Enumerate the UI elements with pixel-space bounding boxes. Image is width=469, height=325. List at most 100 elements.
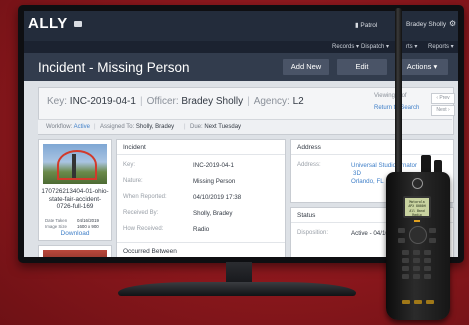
radio-key	[402, 266, 409, 271]
radio-clip	[414, 300, 422, 304]
disposition-label: Disposition:	[297, 230, 329, 236]
image-size-value: 1600 x 900	[77, 224, 99, 229]
attachment-thumbnail-2[interactable]	[43, 250, 107, 257]
radio-key	[413, 258, 420, 263]
next-label: Next	[436, 107, 447, 113]
radio-key	[413, 250, 420, 255]
radio-key	[402, 274, 409, 279]
occurred-between-heading: Occurred Between	[123, 248, 177, 255]
nav-reports[interactable]: Reports ▾	[428, 43, 454, 50]
title-bar: Incident - Missing Person Add New Edit A…	[24, 53, 458, 81]
next-button[interactable]: Next ›	[431, 105, 455, 116]
workflow-value[interactable]: Active	[74, 124, 90, 130]
mail-icon[interactable]	[74, 21, 82, 27]
radio-key	[398, 228, 405, 233]
summary-line: Key: INC-2019-04-1 | Officer: Bradey Sholl…	[47, 96, 304, 107]
agency-label: Agency:	[253, 96, 290, 107]
radio-dpad	[409, 226, 427, 244]
radio-clip	[402, 300, 410, 304]
received-by-label: Received By:	[123, 210, 159, 216]
received-by-value: Sholly, Bradey	[193, 210, 233, 217]
user-menu[interactable]: Bradey Sholly	[406, 21, 446, 28]
workflow-label: Workflow:	[46, 124, 73, 130]
mode-patrol[interactable]: ▮ Patrol	[355, 21, 377, 29]
radio-display-line-2: APX 8000H	[408, 204, 426, 209]
two-way-radio: Motorola APX 8000H All Band Radio	[386, 172, 450, 320]
key-label: Key:	[47, 96, 68, 107]
address-line-3[interactable]: Orlando, FL	[351, 178, 384, 185]
ride-pole	[72, 154, 76, 178]
date-taken-label: Date Taken	[45, 218, 68, 223]
agency-value: L2	[292, 96, 304, 107]
date-taken-row: Date Taken 04/16/2019	[45, 218, 99, 223]
download-link[interactable]: Download	[39, 230, 111, 237]
divider	[117, 154, 285, 155]
radio-key	[424, 258, 431, 263]
address-heading: Address	[297, 144, 321, 151]
nav-records-label: Records	[332, 44, 355, 50]
incident-nature-value: Missing Person	[193, 178, 236, 185]
how-received-label: How Received:	[123, 226, 164, 232]
radio-antenna	[395, 8, 402, 176]
attachment-card-2	[38, 245, 112, 257]
nav-alerts-label: rts	[406, 44, 413, 50]
radio-key	[398, 238, 405, 243]
assigned-item: Assigned To: Sholly, Bradey	[100, 120, 174, 134]
gear-icon[interactable]: ⚙	[449, 19, 456, 28]
assigned-label: Assigned To:	[100, 124, 135, 130]
radio-key	[429, 228, 436, 233]
incident-key-value: INC-2019-04-1	[193, 162, 234, 169]
image-size-row: Image Size 1600 x 900	[45, 224, 99, 229]
officer-label: Officer:	[146, 96, 179, 107]
app-logo[interactable]: ALLY	[28, 15, 68, 32]
nav-records[interactable]: Records ▾	[332, 43, 359, 50]
when-reported-value: 04/10/2019 17:38	[193, 194, 242, 201]
due-item: Due: Next Tuesday	[190, 120, 241, 134]
nav-dispatch[interactable]: Dispatch ▾	[361, 43, 389, 50]
address-label: Address:	[297, 162, 321, 168]
radio-key	[413, 274, 420, 279]
attachment-thumbnail[interactable]	[43, 144, 107, 184]
radio-key	[402, 250, 409, 255]
nav-alerts[interactable]: rts ▾	[406, 43, 417, 50]
workflow-separator: |	[94, 124, 96, 130]
app-header: ALLY ▮ Patrol Bradey Sholly ⚙	[24, 11, 458, 41]
prev-button[interactable]: ‹ Prev	[431, 93, 455, 104]
actions-button[interactable]: Actions ▾	[396, 59, 448, 75]
workflow-bar: Workflow: Active | Assigned To: Sholly, …	[38, 119, 452, 134]
radio-key	[424, 274, 431, 279]
date-taken-value: 04/16/2019	[77, 218, 99, 223]
nav-reports-label: Reports	[428, 44, 450, 50]
attachment-card: 170726213404-01-ohio-state-fair-accident…	[38, 139, 112, 241]
edit-button[interactable]: Edit	[337, 59, 387, 75]
prev-label: Prev	[439, 95, 450, 101]
how-received-value: Radio	[193, 226, 210, 233]
add-new-button[interactable]: Add New	[283, 59, 329, 75]
radio-key	[424, 266, 431, 271]
status-heading: Status	[297, 212, 316, 219]
address-line-2[interactable]: 3D	[353, 170, 361, 177]
radio-display: Motorola APX 8000H All Band Radio	[403, 196, 431, 218]
main-nav: Records ▾ Dispatch ▾ rts ▾ Reports ▾	[24, 41, 458, 53]
incident-nature-label: Nature:	[123, 178, 143, 184]
officer-value: Bradey Sholly	[181, 96, 244, 107]
radio-led	[414, 220, 420, 222]
incident-heading: Incident	[123, 144, 146, 151]
radio-key	[429, 238, 436, 243]
incident-panel: Incident Key: INC-2019-04-1 Nature: Miss…	[116, 139, 286, 257]
address-line-1-extra: rnator	[400, 162, 418, 169]
workflow-separator: |	[184, 124, 186, 130]
radio-logo-icon	[412, 178, 423, 189]
image-size-label: Image Size	[45, 224, 67, 229]
key-value: INC-2019-04-1	[69, 96, 136, 107]
radio-key	[413, 266, 420, 271]
mode-label: Patrol	[360, 22, 378, 29]
assigned-value: Sholly, Bradey	[135, 124, 175, 130]
due-value: Next Tuesday	[204, 124, 242, 130]
radio-key	[424, 250, 431, 255]
radio-key	[402, 258, 409, 263]
divider	[117, 242, 285, 243]
address-line-1[interactable]: Universal Studios rnator	[351, 162, 417, 169]
radio-clip	[426, 300, 434, 304]
due-label: Due:	[190, 124, 203, 130]
